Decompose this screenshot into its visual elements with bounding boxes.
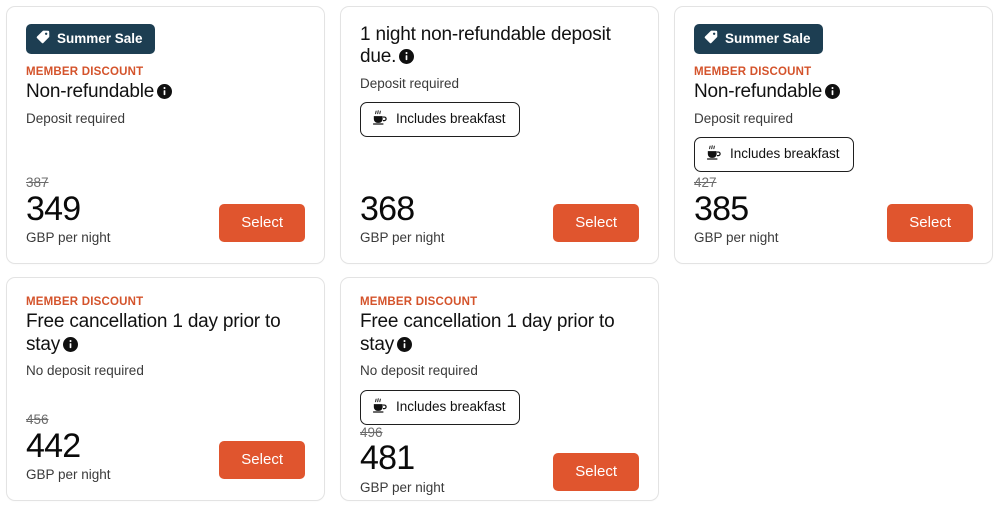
promo-badge: Summer Sale [26, 24, 155, 54]
price-unit: GBP per night [360, 230, 445, 246]
current-price: 442 [26, 426, 81, 465]
coffee-cup-icon [706, 145, 722, 164]
old-price: 496 [360, 424, 383, 440]
rate-title: Non-refundable [694, 81, 973, 105]
member-discount-label: MEMBER DISCOUNT [26, 296, 144, 308]
current-price: 368 [360, 189, 415, 228]
tag-icon [704, 30, 718, 48]
rate-card[interactable]: Summer Sale MEMBER DISCOUNT Non-refundab… [674, 6, 993, 264]
coffee-cup-icon [372, 110, 388, 129]
rate-card[interactable]: Summer Sale MEMBER DISCOUNT 1 night non-… [340, 6, 659, 264]
price-block: 456 442 GBP per night [26, 412, 111, 484]
price-block: 387 349 GBP per night [26, 175, 111, 247]
amenity-pill-label: Includes breakfast [396, 111, 506, 127]
rate-title: 1 night non-refundable deposit due. [360, 24, 639, 71]
info-icon[interactable] [63, 336, 79, 358]
promo-badge-label: Summer Sale [57, 30, 143, 46]
member-discount-label: MEMBER DISCOUNT [694, 65, 812, 78]
price-unit: GBP per night [360, 479, 445, 495]
select-button[interactable]: Select [553, 203, 639, 242]
current-price: 481 [360, 439, 415, 478]
info-icon[interactable] [399, 48, 415, 70]
member-discount-label: MEMBER DISCOUNT [26, 65, 144, 78]
rate-title: Free cancellation 1 day prior to stay [360, 311, 639, 358]
info-icon[interactable] [397, 336, 413, 358]
old-price: 427 [694, 175, 717, 191]
current-price: 385 [694, 189, 749, 228]
price-unit: GBP per night [26, 230, 111, 246]
rate-card[interactable]: Summer Sale MEMBER DISCOUNT Non-refundab… [6, 6, 325, 264]
current-price: 349 [26, 189, 81, 228]
rate-title-text: Non-refundable [694, 81, 823, 103]
amenity-pill-breakfast: Includes breakfast [360, 389, 520, 425]
select-button[interactable]: Select [553, 452, 639, 492]
price-row: 387 349 GBP per night Select [26, 175, 305, 247]
rate-card[interactable]: Summer Sale MEMBER DISCOUNT Free cancell… [6, 277, 325, 501]
member-discount-label: MEMBER DISCOUNT [360, 296, 478, 308]
rate-card[interactable]: Summer Sale MEMBER DISCOUNT Free cancell… [340, 277, 659, 501]
select-button[interactable]: Select [887, 203, 973, 242]
price-block: 496 481 GBP per night [360, 425, 445, 497]
price-unit: GBP per night [26, 467, 111, 483]
deposit-note: Deposit required [694, 110, 794, 126]
old-price: 387 [26, 175, 49, 191]
rate-title-text: Non-refundable [26, 81, 155, 103]
deposit-note: Deposit required [360, 75, 460, 91]
rate-options-grid: Summer Sale MEMBER DISCOUNT Non-refundab… [0, 0, 1000, 512]
price-row: 456 442 GBP per night Select [26, 412, 305, 484]
price-block: 427 385 GBP per night [694, 175, 779, 247]
tag-icon [36, 30, 50, 48]
price-block: 368 GBP per night [360, 192, 445, 247]
promo-badge-label: Summer Sale [725, 30, 811, 46]
rate-title: Free cancellation 1 day prior to stay [26, 311, 305, 358]
price-row: 496 481 GBP per night Select [360, 425, 639, 497]
coffee-cup-icon [372, 397, 388, 417]
select-button[interactable]: Select [219, 203, 305, 242]
price-row: 368 GBP per night Select [360, 192, 639, 247]
promo-badge: Summer Sale [694, 24, 823, 54]
deposit-note: No deposit required [26, 363, 144, 379]
amenity-pill-label: Includes breakfast [396, 398, 506, 414]
rate-title-text: 1 night non-refundable deposit due. [360, 24, 611, 68]
info-icon[interactable] [825, 83, 841, 105]
amenity-pill-label: Includes breakfast [730, 146, 840, 162]
old-price: 456 [26, 412, 49, 428]
price-row: 427 385 GBP per night Select [694, 175, 973, 247]
amenity-pill-breakfast: Includes breakfast [360, 102, 520, 138]
amenity-pill-breakfast: Includes breakfast [694, 137, 854, 173]
deposit-note: No deposit required [360, 363, 478, 379]
rate-title: Non-refundable [26, 81, 305, 105]
info-icon[interactable] [157, 83, 173, 105]
select-button[interactable]: Select [219, 440, 305, 479]
deposit-note: Deposit required [26, 110, 126, 126]
price-unit: GBP per night [694, 230, 779, 246]
